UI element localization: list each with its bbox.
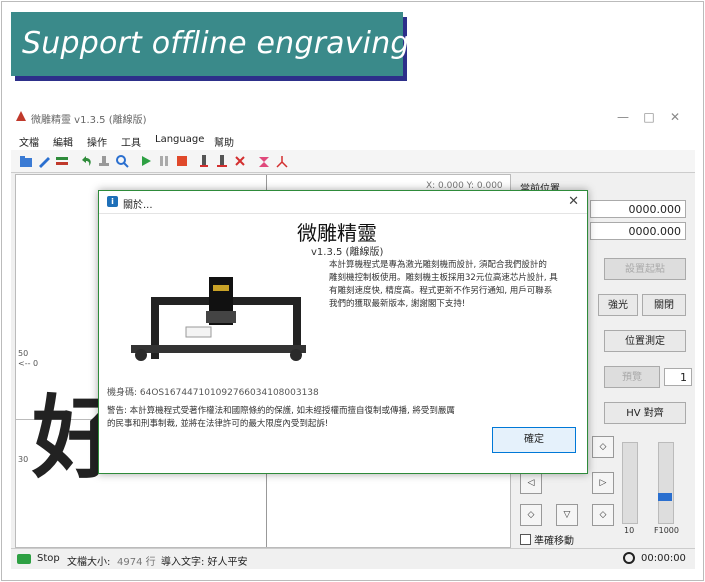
about-dialog: i 關於... ✕ 微雕精靈 v1.3.5 (離線版) 本計算機程式是專為激光雕… (98, 190, 588, 474)
status-stop: Stop (37, 553, 60, 564)
search-icon[interactable] (115, 154, 129, 168)
banner-text: Support offline engraving (22, 26, 410, 61)
repeat-count-spinner[interactable]: 1 (664, 368, 692, 386)
settings-icon[interactable] (55, 154, 69, 168)
speed-slider-thumb[interactable] (658, 493, 672, 501)
description-line: 雕刻機控制板使用。雕刻機主板採用32元位高速芯片設計, 具 (329, 273, 558, 283)
laser-engraver-image (131, 277, 306, 361)
dialog-warning: 警告: 本計算機程式受著作權法和國際條約的保護, 如未經授權而擅自復制或傳播, … (107, 405, 455, 431)
axis-label: 50 (18, 349, 29, 358)
doc-size-value: 4974 行 (117, 557, 156, 568)
maximize-button[interactable]: □ (637, 108, 661, 126)
info-icon: i (107, 196, 118, 207)
stop-icon[interactable] (175, 154, 189, 168)
move-down-right-icon[interactable]: ◇ (592, 504, 614, 526)
menu-language[interactable]: Language (155, 134, 204, 145)
import-text: 導入文字: 好人平安 (161, 557, 248, 568)
elapsed-time: 00:00:00 (641, 553, 686, 564)
clock-icon (623, 552, 635, 564)
y-position-field[interactable]: 0000.000 (590, 222, 686, 240)
stop-indicator-icon (17, 554, 31, 564)
flip-icon[interactable] (257, 154, 271, 168)
minimize-button[interactable]: — (611, 108, 635, 126)
dialog-close-button[interactable]: ✕ (568, 194, 579, 209)
warning-line: 警告: 本計算機程式受著作權法和國際條約的保護, 如未經授權而擅自復制或傳播, … (107, 406, 455, 416)
app-logo-icon (16, 111, 26, 121)
dialog-title-bar: i 關於... ✕ (99, 191, 587, 214)
power-slider[interactable] (622, 442, 638, 524)
speed-value: F1000 (654, 526, 679, 535)
move-up-left-icon[interactable]: ◇ (592, 436, 614, 458)
axis-label: 30 (18, 455, 29, 464)
title-bar: 微雕精靈 v1.3.5 (離線版) — □ ✕ (11, 104, 695, 130)
laser-power-icon[interactable] (215, 154, 229, 168)
promo-banner: Support offline engraving (11, 12, 409, 76)
set-origin-button[interactable]: 設置起點 (604, 258, 686, 280)
menu-help[interactable]: 幫助 (214, 134, 234, 149)
pen-icon[interactable] (37, 154, 51, 168)
dialog-app-name: 微雕精靈 (297, 221, 377, 245)
pause-icon[interactable] (157, 154, 171, 168)
description-line: 我們的獲取最新版本, 謝謝閣下支持! (329, 299, 466, 309)
move-right-icon[interactable]: ▷ (592, 472, 614, 494)
machine-code: 機身碼: 64OS167447101092766034108003138 (107, 388, 319, 398)
dialog-description: 本計算機程式是專為激光雕刻機而設計, 須配合我們設計的 雕刻機控制板使用。雕刻機… (329, 259, 579, 311)
move-down-left-icon[interactable]: ◇ (520, 504, 542, 526)
menu-edit[interactable]: 編輯 (53, 134, 73, 149)
open-icon[interactable] (19, 154, 33, 168)
dialog-title: 關於... (123, 200, 153, 211)
precise-move-label: 準確移動 (534, 536, 574, 547)
preview-button[interactable]: 預覽 (604, 366, 660, 388)
menu-operate[interactable]: 操作 (87, 134, 107, 149)
stamp-icon[interactable] (97, 154, 111, 168)
power-value: 10 (624, 526, 635, 535)
precise-move-checkbox[interactable] (520, 534, 531, 545)
description-line: 有雕刻速度快, 精度高。程式更新不作另行通知, 用戶可聯系 (329, 286, 553, 296)
description-line: 本計算機程式是專為激光雕刻機而設計, 須配合我們設計的 (329, 260, 547, 270)
close-laser-button[interactable]: 關閉 (642, 294, 686, 316)
doc-size-label: 文檔大小: (67, 557, 111, 568)
menu-file[interactable]: 文檔 (19, 134, 39, 149)
engrave-icon[interactable] (233, 154, 247, 168)
hv-align-button[interactable]: HV 對齊 (604, 402, 686, 424)
position-measure-button[interactable]: 位置測定 (604, 330, 686, 352)
menu-bar: 文檔 編輯 操作 工具 Language 幫助 (11, 130, 695, 151)
ok-button[interactable]: 確定 (492, 427, 576, 453)
move-down-icon[interactable]: ▽ (556, 504, 578, 526)
speed-slider[interactable] (658, 442, 674, 524)
x-position-field[interactable]: 0000.000 (590, 200, 686, 218)
laser-icon[interactable] (197, 154, 211, 168)
close-window-button[interactable]: ✕ (663, 108, 687, 126)
warning-line: 的民事和刑事制裁, 並將在法律許可的最大限度內受到起訴! (107, 419, 329, 429)
menu-tools[interactable]: 工具 (121, 134, 141, 149)
move-left-icon[interactable]: ◁ (520, 472, 542, 494)
toolbar (11, 150, 695, 173)
window-title: 微雕精靈 v1.3.5 (離線版) (31, 115, 147, 126)
strong-light-button[interactable]: 強光 (598, 294, 638, 316)
axis-icon[interactable] (275, 154, 289, 168)
play-icon[interactable] (139, 154, 153, 168)
status-bar: Stop 文檔大小: 4974 行 導入文字: 好人平安 00:00:00 (11, 548, 695, 569)
dialog-version: v1.3.5 (離線版) (311, 247, 384, 258)
undo-icon[interactable] (79, 154, 93, 168)
